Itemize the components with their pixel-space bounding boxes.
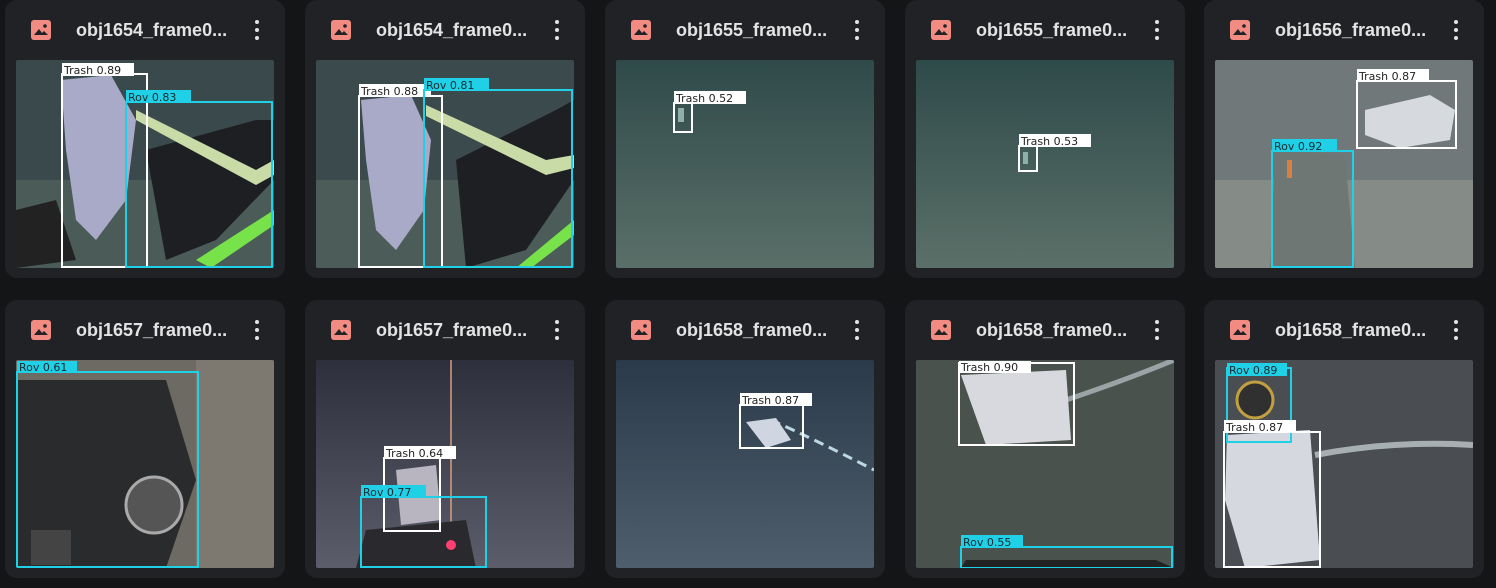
detection-label: Trash 0.88 [360,85,418,98]
detection-label: Rov 0.77 [363,486,411,499]
thumbnail-image: Trash 0.90 Rov 0.55 [916,360,1174,568]
file-card[interactable]: obj1658_frame0... Trash 0.87 [605,300,885,578]
thumbnail[interactable]: Rov 0.89 Trash 0.87 [1215,360,1473,568]
thumbnail[interactable]: Trash 0.90 Rov 0.55 [916,360,1174,568]
thumbnail-image: Trash 0.88 Rov 0.81 [316,60,574,268]
thumbnail-image: Trash 0.87 [616,360,874,568]
thumbnail[interactable]: Rov 0.61 [16,360,274,568]
thumbnail[interactable]: Trash 0.87 Rov 0.92 [1215,60,1473,268]
detection-label: Trash 0.64 [385,447,443,460]
thumbnail-image: Trash 0.53 [916,60,1174,268]
image-file-icon [931,320,951,340]
detection-label: Trash 0.87 [741,394,799,407]
card-header: obj1658_frame0... [605,300,885,360]
thumbnail[interactable]: Trash 0.64 Rov 0.77 [316,360,574,568]
detection-label: Rov 0.89 [1229,364,1277,377]
card-header: obj1656_frame0... [1204,0,1484,60]
detection-label: Trash 0.87 [1358,70,1416,83]
card-header: obj1655_frame0... [605,0,885,60]
thumbnail-image: Trash 0.87 Rov 0.92 [1215,60,1473,268]
file-name: obj1658_frame0... [976,320,1128,340]
thumbnail-image: Trash 0.52 [616,60,874,268]
file-card[interactable]: obj1658_frame0... Rov 0.89 Trash 0.87 [1204,300,1484,578]
image-file-icon [631,20,651,40]
thumbnail[interactable]: Trash 0.53 [916,60,1174,268]
image-file-icon [31,320,51,340]
file-name: obj1658_frame0... [1275,320,1427,340]
image-file-icon [1230,20,1250,40]
image-file-icon [1230,320,1250,340]
detection-label: Rov 0.81 [426,79,474,92]
image-file-icon [331,20,351,40]
file-name: obj1657_frame0... [376,320,528,340]
file-name: obj1658_frame0... [676,320,828,340]
more-options-button[interactable] [243,16,271,44]
detection-label: Trash 0.53 [1020,135,1078,148]
detection-label: Trash 0.87 [1225,421,1283,434]
file-card[interactable]: obj1657_frame0... Trash 0.64 Rov 0.77 [305,300,585,578]
thumbnail[interactable]: Trash 0.87 [616,360,874,568]
detection-label: Rov 0.61 [19,361,67,374]
detection-label: Trash 0.89 [63,64,121,77]
file-card[interactable]: obj1658_frame0... Trash 0.90 Rov 0.55 [905,300,1185,578]
detection-label: Rov 0.83 [128,91,176,104]
file-card[interactable]: obj1654_frame0... Trash 0.88 Rov 0.81 [305,0,585,278]
more-options-button[interactable] [243,316,271,344]
thumbnail-image: Rov 0.61 [16,360,274,568]
card-header: obj1654_frame0... [5,0,285,60]
file-card[interactable]: obj1654_frame0... Trash 0.89 Rov 0.83 [5,0,285,278]
card-header: obj1657_frame0... [305,300,585,360]
thumbnail[interactable]: Trash 0.88 Rov 0.81 [316,60,574,268]
detection-label: Trash 0.52 [675,92,733,105]
thumbnail-image: Trash 0.64 Rov 0.77 [316,360,574,568]
file-name: obj1654_frame0... [376,20,528,40]
image-file-icon [31,20,51,40]
file-name: obj1654_frame0... [76,20,228,40]
image-file-icon [631,320,651,340]
detection-label: Rov 0.55 [963,536,1011,549]
more-options-button[interactable] [1143,16,1171,44]
file-name: obj1655_frame0... [676,20,828,40]
thumbnail[interactable]: Trash 0.89 Rov 0.83 [16,60,274,268]
card-header: obj1658_frame0... [905,300,1185,360]
file-card[interactable]: obj1657_frame0... Rov 0.61 [5,300,285,578]
thumbnail[interactable]: Trash 0.52 [616,60,874,268]
detection-label: Trash 0.90 [960,361,1018,374]
thumbnail-image: Rov 0.89 Trash 0.87 [1215,360,1473,568]
card-header: obj1654_frame0... [305,0,585,60]
file-card[interactable]: obj1655_frame0... Trash 0.52 [605,0,885,278]
more-options-button[interactable] [543,16,571,44]
card-header: obj1658_frame0... [1204,300,1484,360]
file-name: obj1656_frame0... [1275,20,1427,40]
file-card[interactable]: obj1656_frame0... Trash 0.87 Rov 0.92 [1204,0,1484,278]
file-name: obj1655_frame0... [976,20,1128,40]
more-options-button[interactable] [843,316,871,344]
detection-label: Rov 0.92 [1274,140,1322,153]
more-options-button[interactable] [1442,16,1470,44]
file-name: obj1657_frame0... [76,320,228,340]
thumbnail-image: Trash 0.89 Rov 0.83 [16,60,274,268]
file-card[interactable]: obj1655_frame0... Trash 0.53 [905,0,1185,278]
more-options-button[interactable] [843,16,871,44]
card-header: obj1657_frame0... [5,300,285,360]
card-header: obj1655_frame0... [905,0,1185,60]
more-options-button[interactable] [543,316,571,344]
image-file-icon [331,320,351,340]
more-options-button[interactable] [1143,316,1171,344]
image-file-icon [931,20,951,40]
more-options-button[interactable] [1442,316,1470,344]
